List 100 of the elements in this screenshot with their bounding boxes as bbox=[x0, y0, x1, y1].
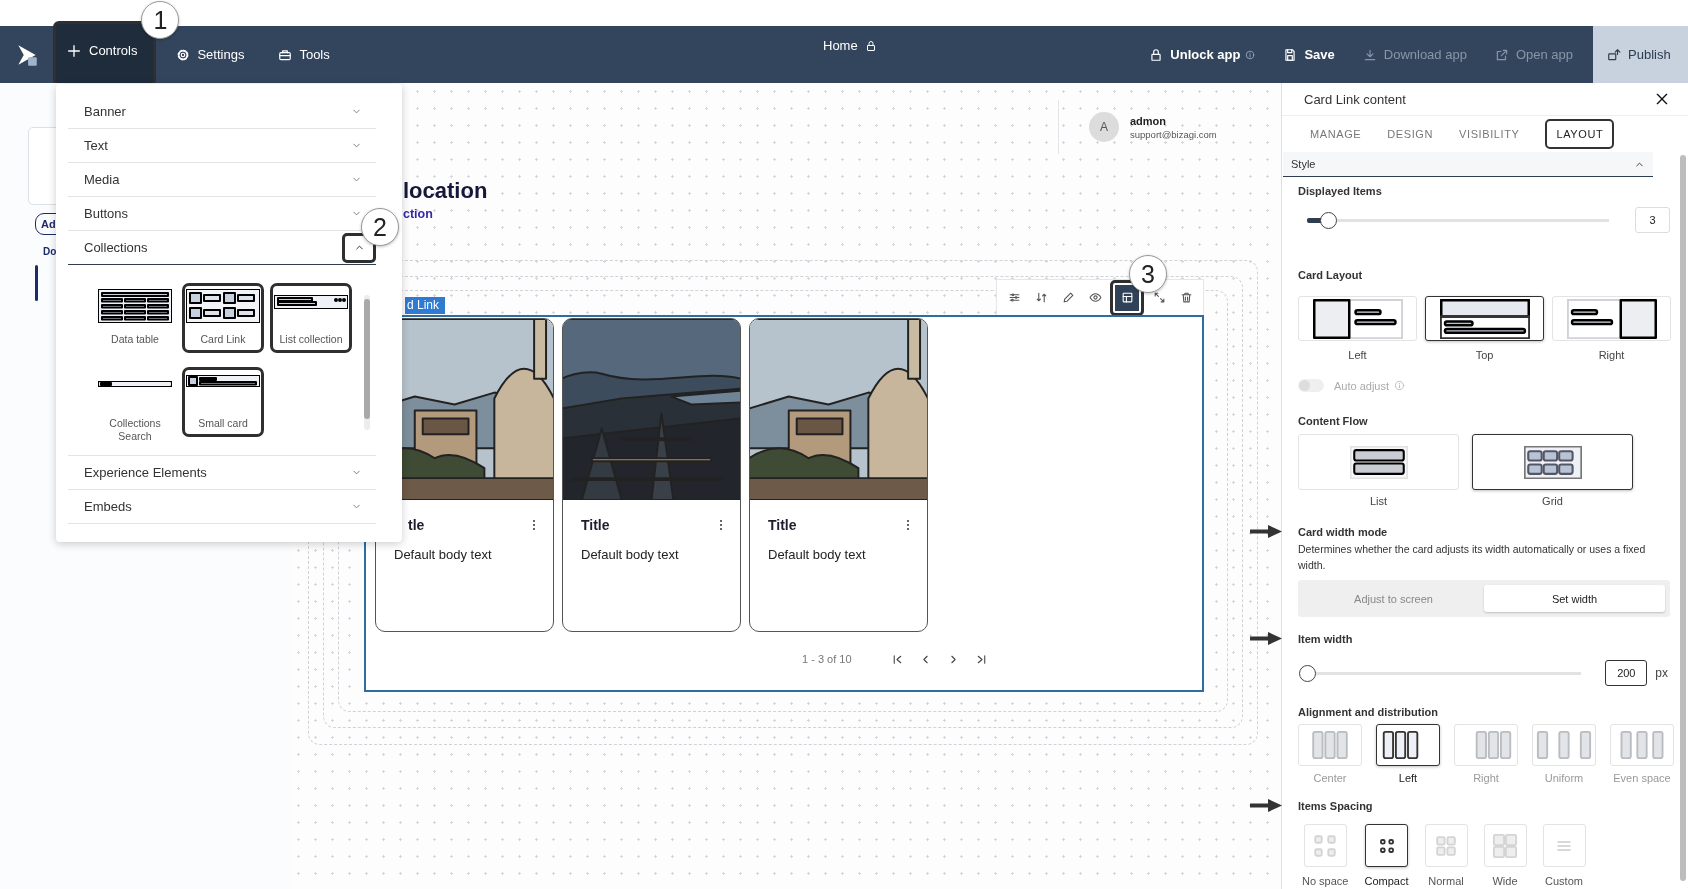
field-label: Alignment and distribution bbox=[1298, 705, 1438, 718]
avatar: A bbox=[1089, 112, 1119, 142]
field-label: Displayed Items bbox=[1298, 184, 1382, 197]
option-label: Custom bbox=[1545, 875, 1583, 887]
image-right-layout-icon bbox=[1566, 298, 1657, 339]
page-heading: location bbox=[403, 178, 488, 204]
slider-thumb[interactable] bbox=[1299, 664, 1316, 682]
lock-icon bbox=[1149, 47, 1164, 62]
nav-button[interactable]: Tools bbox=[264, 26, 344, 83]
field-label: Card Layout bbox=[1298, 268, 1363, 281]
option-label: No space bbox=[1302, 875, 1349, 887]
download-icon bbox=[1362, 47, 1377, 62]
card-link-component[interactable]: tle Default body text Title Default body text Title Default body text 1 - 3 of 10 bbox=[364, 315, 1204, 692]
option-label: Uniform bbox=[1544, 772, 1584, 784]
option-label: Right bbox=[1598, 349, 1625, 361]
card-text: Default body text bbox=[581, 547, 680, 562]
image-top-layout-icon bbox=[1439, 298, 1530, 339]
close-icon bbox=[1654, 91, 1670, 107]
menu-section[interactable]: Experience Elements bbox=[68, 456, 376, 490]
pointer-arrow bbox=[1250, 632, 1282, 645]
field-label: Items Spacing bbox=[1298, 799, 1373, 812]
info-icon bbox=[1245, 49, 1256, 60]
resize-icon bbox=[1152, 291, 1166, 304]
field-label: Content Flow bbox=[1298, 414, 1368, 427]
card-text: Default body text bbox=[394, 547, 493, 562]
slider-thumb[interactable] bbox=[1320, 211, 1338, 229]
list-layout-icon bbox=[1349, 445, 1408, 479]
option-label: Right bbox=[1473, 772, 1499, 784]
panel-title: Card Link content bbox=[1304, 91, 1406, 107]
tab[interactable]: VISIBILITY bbox=[1449, 119, 1530, 149]
option-label: Wide bbox=[1492, 875, 1518, 887]
card[interactable]: Title Default body text bbox=[562, 318, 741, 632]
gear-icon bbox=[176, 47, 191, 62]
scrollbar[interactable] bbox=[364, 295, 370, 430]
option-button[interactable] bbox=[1365, 824, 1408, 867]
page-subheading: ction bbox=[403, 207, 434, 221]
trash-icon bbox=[1179, 291, 1193, 304]
list-preview-icon bbox=[274, 295, 348, 309]
option-label: Even space bbox=[1613, 772, 1671, 784]
publish-icon bbox=[1607, 47, 1621, 62]
option-label: Left bbox=[1348, 349, 1367, 361]
page-range: 1 - 3 of 10 bbox=[802, 653, 852, 665]
number-field[interactable]: 3 bbox=[1635, 207, 1670, 233]
page-title: Home bbox=[823, 38, 858, 53]
none-layout-icon bbox=[1312, 832, 1339, 859]
table-preview-icon bbox=[98, 289, 172, 323]
selection-bar bbox=[35, 265, 38, 301]
custom-layout-icon bbox=[1557, 840, 1571, 851]
option-button[interactable] bbox=[1425, 296, 1544, 341]
uniform-layout-icon bbox=[1536, 729, 1592, 761]
field-label: Card width mode bbox=[1298, 525, 1388, 538]
component-tile[interactable]: Data table bbox=[94, 283, 176, 353]
card[interactable]: Title Default body text bbox=[749, 318, 928, 632]
option-label: Center bbox=[1313, 772, 1347, 784]
section-header[interactable]: Style bbox=[1283, 152, 1653, 177]
toolbar-button[interactable] bbox=[1110, 279, 1144, 316]
card-text: Default body text bbox=[768, 547, 867, 562]
user-email: support@bizagi.com bbox=[1130, 128, 1217, 140]
tab[interactable]: MANAGE bbox=[1300, 119, 1372, 149]
segment-button[interactable]: Set width bbox=[1484, 585, 1665, 612]
menu-section[interactable]: Embeds bbox=[68, 490, 376, 524]
cards-preview-icon bbox=[186, 289, 260, 323]
option-label: Left bbox=[1398, 772, 1418, 784]
toolbar-button[interactable]: Save bbox=[1269, 26, 1349, 83]
number-field[interactable]: 200 bbox=[1605, 660, 1648, 686]
pointer-arrow bbox=[1250, 799, 1282, 812]
label: Do bbox=[43, 246, 57, 257]
pencil-icon bbox=[1061, 291, 1075, 304]
card-title: Title bbox=[768, 517, 797, 533]
component-tile[interactable]: Small card bbox=[182, 367, 264, 437]
tab[interactable]: LAYOUT bbox=[1545, 119, 1615, 149]
menu-section[interactable]: Text bbox=[68, 129, 376, 163]
publish-button[interactable]: Publish bbox=[1593, 26, 1688, 83]
component-tile[interactable]: Card Link bbox=[182, 283, 264, 353]
swap-icon bbox=[1034, 291, 1048, 304]
toolbar-button[interactable]: Unlock app bbox=[1135, 26, 1270, 83]
grid-layout-icon bbox=[1523, 445, 1582, 479]
card-title: tle bbox=[407, 517, 425, 533]
layout-icon bbox=[1120, 291, 1134, 304]
field-label: Item width bbox=[1298, 632, 1353, 645]
scrollbar[interactable] bbox=[1680, 155, 1686, 881]
wide-layout-icon bbox=[1492, 832, 1518, 859]
menu-section[interactable]: Media bbox=[68, 163, 376, 197]
option-label: Grid bbox=[1542, 495, 1563, 507]
small-card-preview-icon bbox=[186, 375, 260, 387]
option-button[interactable] bbox=[1376, 724, 1440, 766]
user-name: admon bbox=[1130, 114, 1168, 127]
option-label: Top bbox=[1475, 349, 1494, 361]
plus-icon bbox=[66, 42, 82, 59]
field-description: Determines whether the card adjusts its width automatically or uses a fixed width. bbox=[1298, 542, 1647, 573]
floppy-icon bbox=[1283, 47, 1298, 62]
option-label: List bbox=[1369, 495, 1388, 507]
option-button[interactable] bbox=[1472, 434, 1633, 490]
component-label: d Link bbox=[405, 297, 446, 314]
menu-section[interactable]: Banner bbox=[68, 95, 376, 129]
search-preview-icon bbox=[98, 381, 172, 387]
option-label: Normal bbox=[1428, 875, 1464, 887]
component-tile[interactable]: List collection bbox=[270, 283, 352, 353]
tab[interactable]: DESIGN bbox=[1377, 119, 1444, 149]
image-left-layout-icon bbox=[1312, 298, 1403, 339]
